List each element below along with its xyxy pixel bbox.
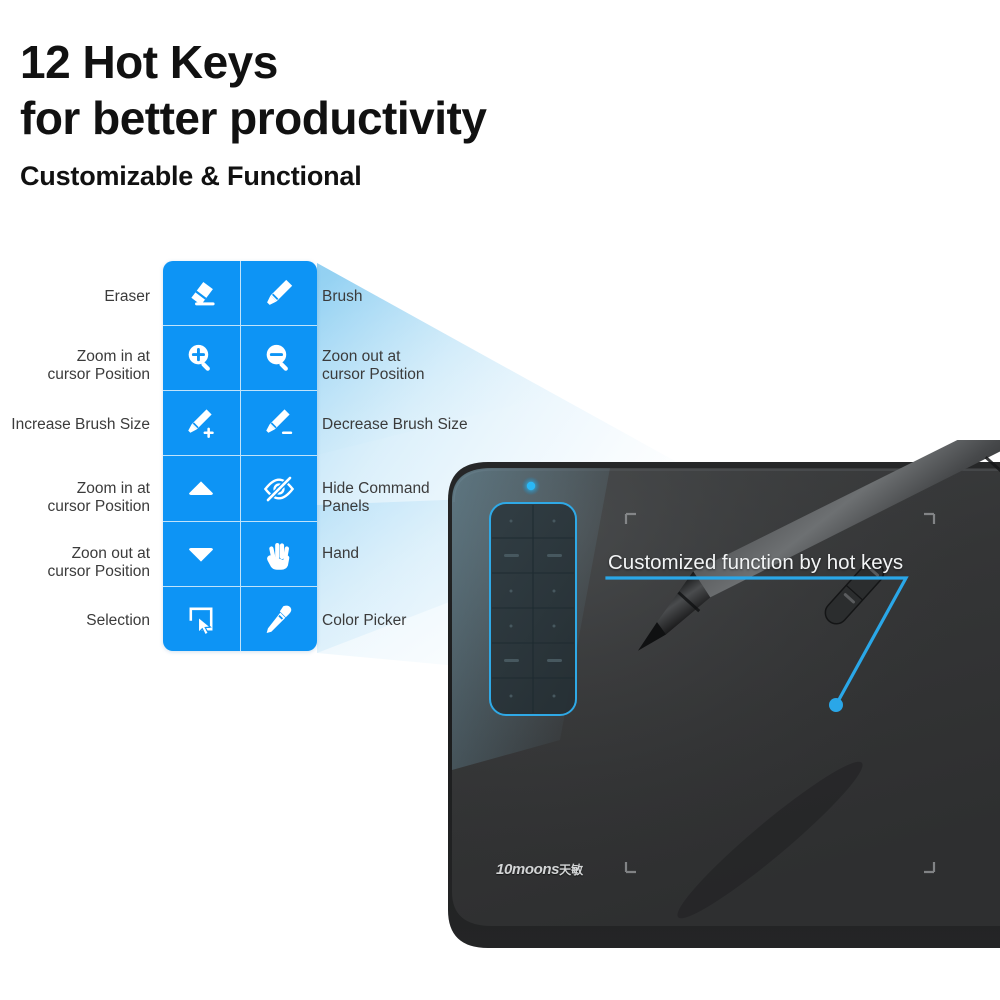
product-caption: Customized function by hot keys — [608, 551, 904, 574]
label-line: Zoon out at — [71, 545, 150, 562]
hand-icon — [266, 542, 290, 570]
brush-icon — [266, 279, 292, 305]
hotkey-zoom-out-cursor[interactable] — [163, 521, 240, 586]
brand-name-cn: 天敏 — [559, 863, 584, 877]
brush-plus-icon — [188, 409, 214, 439]
hotkey-zoom-out[interactable] — [240, 326, 317, 391]
label-increase-brush-size: Increase Brush Size — [11, 416, 150, 433]
label-hide-command-panels: Hide Command Panels — [322, 480, 512, 517]
label-line: Zoom in at — [76, 348, 150, 365]
label-brush: Brush — [322, 288, 363, 305]
label-color-picker: Color Picker — [322, 612, 407, 629]
label-line: cursor Position — [47, 498, 150, 516]
label-zoom-out-cursor: Zoon out at cursor Position — [0, 545, 150, 582]
hotkey-color-picker[interactable] — [240, 586, 317, 651]
label-line: Panels — [322, 498, 370, 516]
hotkey-zoom-in[interactable] — [163, 326, 240, 391]
eye-slash-icon — [263, 474, 294, 503]
label-hand: Hand — [322, 545, 360, 562]
color-picker-icon — [266, 605, 292, 633]
label-line: Zoom in at — [76, 480, 150, 497]
label-line: cursor Position — [47, 563, 150, 581]
headline-subtitle: Customizable & Functional — [20, 161, 362, 191]
product-marketing-image: 12 Hot Keys for better productivity Cust… — [0, 0, 1000, 1000]
hotkey-eraser[interactable] — [163, 261, 240, 326]
label-selection: Selection — [86, 612, 150, 629]
graphics-tablet-photo — [440, 384, 1000, 960]
label-zoom-in-cursor-1: Zoom in at cursor Position — [0, 348, 150, 385]
label-line: cursor Position — [47, 366, 150, 384]
label-eraser: Eraser — [104, 288, 150, 305]
hotkey-hand[interactable] — [240, 521, 317, 586]
hotkey-zoom-in-cursor[interactable] — [163, 456, 240, 521]
hotkey-increase-brush-size[interactable] — [163, 391, 240, 456]
label-line: Hide Command — [322, 480, 430, 497]
brand-logo: 10moons天敏 — [496, 861, 583, 878]
zoom-out-icon — [266, 345, 288, 371]
hotkey-selection[interactable] — [163, 586, 240, 651]
hotkey-grid — [163, 261, 317, 651]
triangle-up-icon — [189, 480, 214, 495]
headline-block: 12 Hot Keys for better productivity — [20, 34, 720, 146]
eraser-icon — [191, 282, 215, 306]
headline-line-1: 12 Hot Keys — [20, 36, 278, 88]
hotkey-brush[interactable] — [240, 261, 317, 326]
label-line: Zoon out at — [322, 348, 401, 365]
label-line: cursor Position — [322, 366, 425, 384]
hotkey-hide-command-panels[interactable] — [240, 456, 317, 521]
triangle-down-icon — [189, 547, 214, 562]
tablet-hotkey-panel — [489, 502, 577, 716]
label-zoom-out-cursor-1: Zoon out at cursor Position — [322, 348, 512, 385]
hotkey-decrease-brush-size[interactable] — [240, 391, 317, 456]
headline-line-2: for better productivity — [20, 92, 487, 145]
selection-cursor-icon — [188, 607, 213, 636]
zoom-in-icon — [188, 345, 211, 371]
brand-name: 10moons — [496, 861, 560, 878]
power-led-icon — [526, 481, 536, 491]
tablet-illustration — [448, 384, 1000, 948]
label-zoom-in-cursor-2: Zoom in at cursor Position — [0, 480, 150, 517]
brush-minus-icon — [266, 409, 292, 435]
label-decrease-brush-size: Decrease Brush Size — [322, 416, 468, 433]
